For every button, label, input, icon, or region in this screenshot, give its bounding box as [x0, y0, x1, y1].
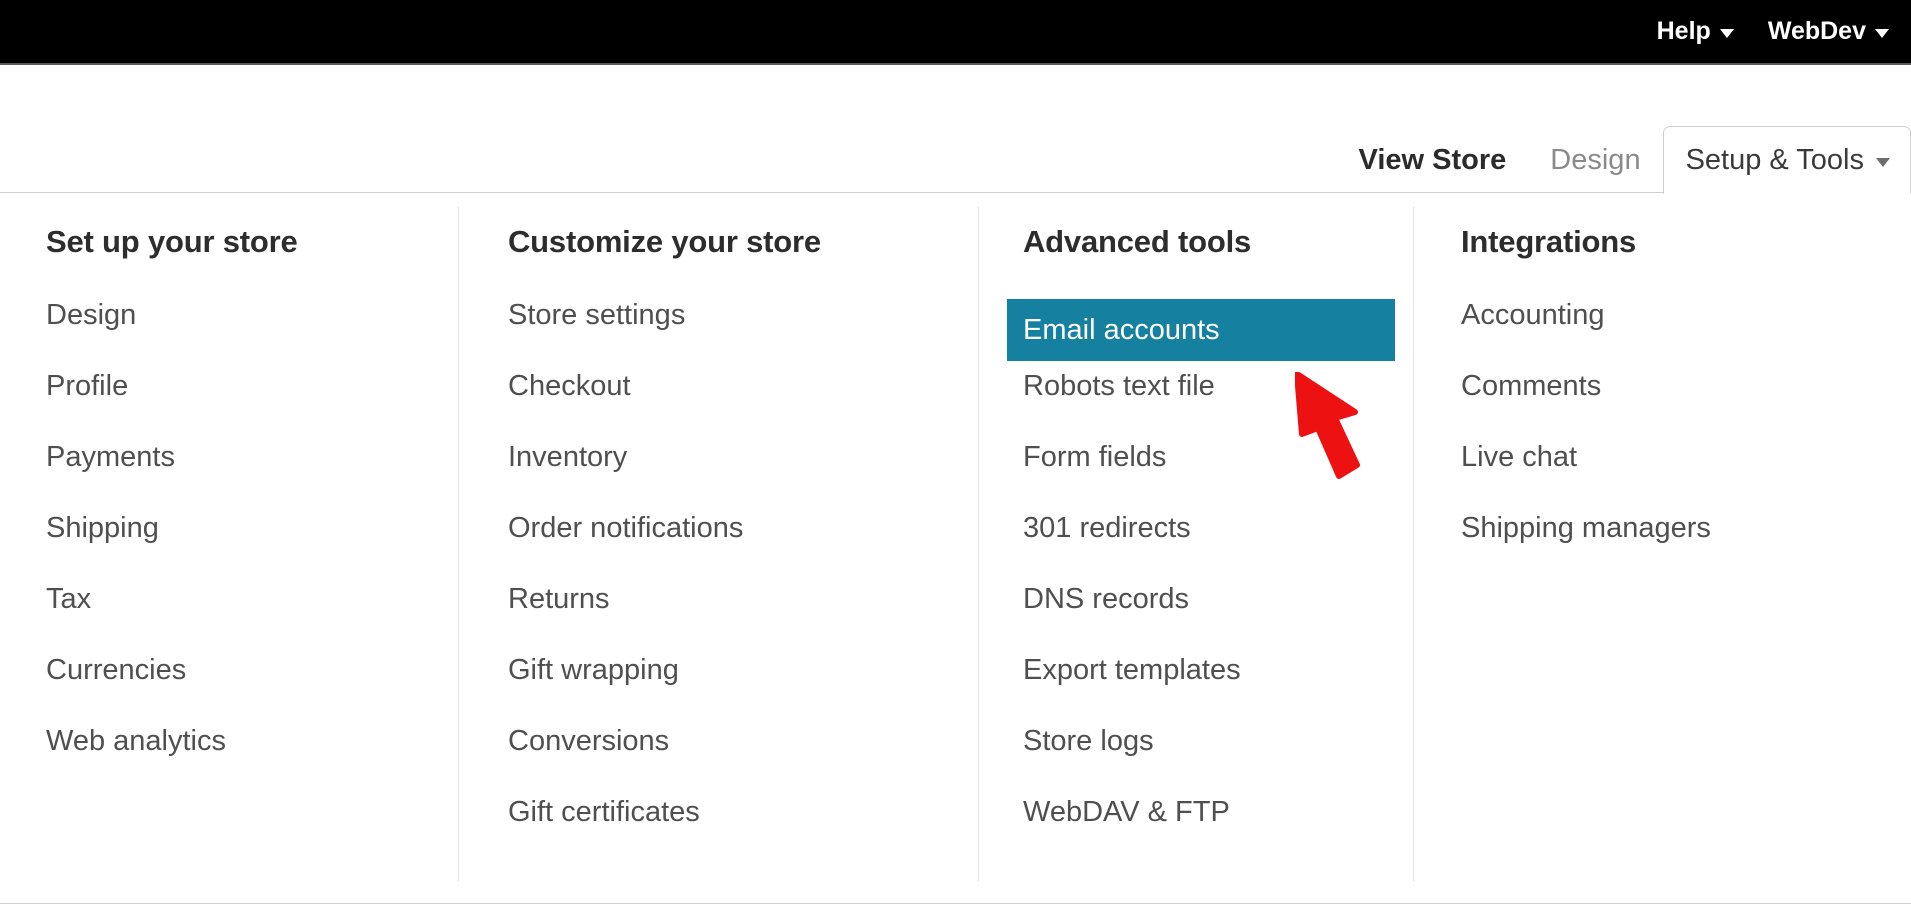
menu-link-returns[interactable]: Returns: [508, 583, 610, 616]
account-menu-label: WebDev: [1767, 17, 1866, 45]
primary-tab-strip: View Store Design Setup & Tools: [0, 65, 1911, 194]
menu-link-store-logs[interactable]: Store logs: [1023, 725, 1154, 758]
menu-link-export-templates[interactable]: Export templates: [1023, 654, 1241, 687]
column-title: Customize your store: [508, 224, 821, 259]
top-bar-menu-group: Help WebDev: [1657, 0, 1889, 63]
menu-link-tax[interactable]: Tax: [46, 583, 91, 616]
menu-column-advanced-tools: Advanced tools Email accounts Robots tex…: [978, 193, 1413, 903]
list-item[interactable]: Accounting: [1461, 299, 1911, 370]
help-menu-label: Help: [1656, 17, 1711, 45]
list-item[interactable]: Gift wrapping: [508, 654, 978, 725]
chevron-down-icon: [1719, 28, 1734, 38]
menu-link-design[interactable]: Design: [46, 299, 136, 332]
list-item[interactable]: Profile: [46, 370, 458, 441]
tab-view-store[interactable]: View Store: [1335, 127, 1527, 193]
list-item[interactable]: WebDAV & FTP: [1023, 796, 1413, 867]
list-item[interactable]: Order notifications: [508, 512, 978, 583]
menu-link-live-chat[interactable]: Live chat: [1461, 441, 1577, 474]
help-menu[interactable]: Help: [1657, 19, 1734, 44]
list-item[interactable]: Store settings: [508, 299, 978, 370]
list-item[interactable]: Checkout: [508, 370, 978, 441]
setup-and-tools-dropdown-panel: Set up your store Design Profile Payment…: [0, 192, 1911, 904]
menu-link-comments[interactable]: Comments: [1461, 370, 1601, 403]
menu-link-conversions[interactable]: Conversions: [508, 725, 669, 758]
column-title: Integrations: [1461, 224, 1637, 259]
list-item[interactable]: 301 redirects: [1023, 512, 1413, 583]
list-item[interactable]: Payments: [46, 441, 458, 512]
menu-link-shipping[interactable]: Shipping: [46, 512, 159, 545]
menu-link-accounting[interactable]: Accounting: [1461, 299, 1605, 332]
list-item[interactable]: Live chat: [1461, 441, 1911, 512]
menu-link-gift-wrapping[interactable]: Gift wrapping: [508, 654, 679, 687]
list-item[interactable]: DNS records: [1023, 583, 1413, 654]
list-item[interactable]: Inventory: [508, 441, 978, 512]
menu-link-webdav-and-ftp[interactable]: WebDAV & FTP: [1023, 796, 1230, 829]
menu-link-checkout[interactable]: Checkout: [508, 370, 631, 403]
list-item[interactable]: Export templates: [1023, 654, 1413, 725]
menu-list: Email accounts Robots text file Form fie…: [1007, 299, 1413, 867]
list-item-email-accounts-selected[interactable]: Email accounts: [1007, 299, 1395, 361]
tab-design-label: Design: [1550, 143, 1641, 176]
menu-link-robots-text-file[interactable]: Robots text file: [1023, 370, 1215, 403]
list-item[interactable]: Design: [46, 299, 458, 370]
menu-link-301-redirects[interactable]: 301 redirects: [1023, 512, 1191, 545]
menu-link-currencies[interactable]: Currencies: [46, 654, 186, 687]
list-item[interactable]: Web analytics: [46, 725, 458, 796]
tab-view-store-label: View Store: [1358, 143, 1507, 176]
menu-link-web-analytics[interactable]: Web analytics: [46, 725, 226, 758]
tab-setup-and-tools[interactable]: Setup & Tools: [1662, 126, 1911, 194]
chevron-down-icon: [1875, 28, 1889, 38]
menu-column-set-up-your-store: Set up your store Design Profile Payment…: [0, 193, 458, 903]
menu-link-email-accounts[interactable]: Email accounts: [1023, 314, 1220, 347]
tab-setup-and-tools-label: Setup & Tools: [1685, 143, 1864, 176]
column-title: Advanced tools: [1023, 224, 1252, 259]
menu-list: Store settings Checkout Inventory Order …: [508, 299, 978, 867]
menu-link-form-fields[interactable]: Form fields: [1023, 441, 1166, 474]
tab-design[interactable]: Design: [1526, 127, 1662, 193]
menu-link-dns-records[interactable]: DNS records: [1023, 583, 1189, 616]
list-item[interactable]: Conversions: [508, 725, 978, 796]
column-title: Set up your store: [46, 224, 298, 259]
menu-link-inventory[interactable]: Inventory: [508, 441, 627, 474]
tab-list: View Store Design Setup & Tools: [1335, 65, 1911, 194]
menu-link-gift-certificates[interactable]: Gift certificates: [508, 796, 700, 829]
list-item[interactable]: Store logs: [1023, 725, 1413, 796]
menu-column-customize-your-store: Customize your store Store settings Chec…: [458, 193, 978, 903]
chevron-down-icon: [1876, 157, 1890, 167]
global-top-bar: Help WebDev: [0, 0, 1911, 65]
menu-list: Design Profile Payments Shipping Tax Cur…: [46, 299, 458, 796]
list-item[interactable]: Tax: [46, 583, 458, 654]
list-item[interactable]: Currencies: [46, 654, 458, 725]
menu-link-payments[interactable]: Payments: [46, 441, 175, 474]
account-menu[interactable]: WebDev: [1768, 19, 1889, 44]
menu-link-order-notifications[interactable]: Order notifications: [508, 512, 743, 545]
menu-link-shipping-managers[interactable]: Shipping managers: [1461, 512, 1711, 545]
list-item[interactable]: Shipping: [46, 512, 458, 583]
menu-link-profile[interactable]: Profile: [46, 370, 128, 403]
menu-link-store-settings[interactable]: Store settings: [508, 299, 685, 332]
list-item[interactable]: Gift certificates: [508, 796, 978, 867]
list-item[interactable]: Shipping managers: [1461, 512, 1911, 583]
menu-column-integrations: Integrations Accounting Comments Live ch…: [1413, 193, 1911, 903]
list-item[interactable]: Comments: [1461, 370, 1911, 441]
list-item[interactable]: Form fields: [1023, 441, 1413, 512]
list-item[interactable]: Robots text file: [1023, 370, 1413, 441]
menu-list: Accounting Comments Live chat Shipping m…: [1461, 299, 1911, 583]
list-item[interactable]: Returns: [508, 583, 978, 654]
